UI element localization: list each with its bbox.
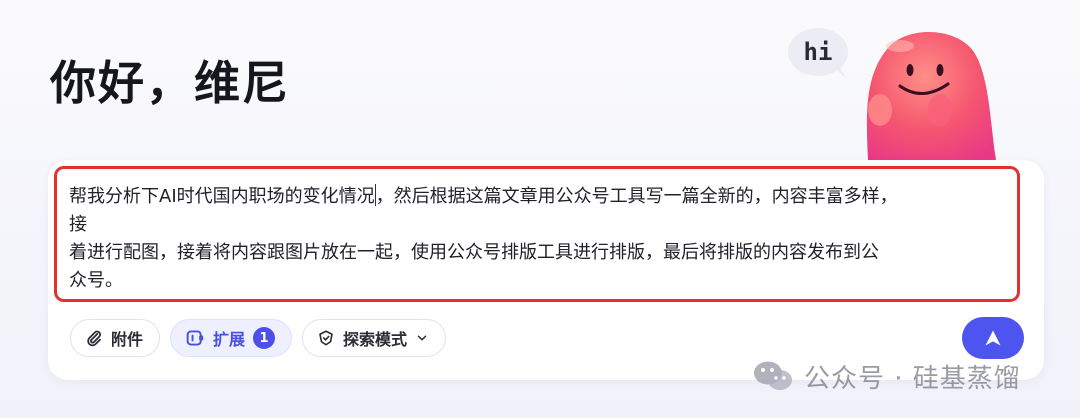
send-button[interactable] [962,317,1024,359]
prompt-input[interactable]: 帮我分析下AI时代国内职场的变化情况，然后根据这篇文章用公众号工具写一篇全新的，… [54,166,1020,302]
explore-mode-label: 探索模式 [343,330,408,349]
mascot-illustration: hi [788,28,996,160]
attachment-label: 附件 [111,330,144,349]
chat-composer: 帮我分析下AI时代国内职场的变化情况，然后根据这篇文章用公众号工具写一篇全新的，… [48,160,1044,380]
prompt-line-3: 着进行配图，接着将内容跟图片放在一起，使用公众号排版工具进行排版，最后将排版的内… [69,242,879,263]
prompt-line-2: 接 [69,214,87,235]
mascot-character [866,31,996,160]
chevron-down-icon [417,335,427,341]
prompt-line-1: 帮我分析下AI时代国内职场的变化情况，然后根据这篇文章用公众号工具写一篇全新的，… [69,184,898,207]
speech-bubble: hi [788,28,848,78]
watermark: 公众号 · 硅基蒸馏 [752,356,1021,396]
plugin-icon [186,330,204,346]
paperclip-icon [87,330,102,347]
speech-bubble-text: hi [804,38,833,66]
attachment-button[interactable]: 附件 [70,319,161,357]
page-greeting: 你好，维尼 [50,56,290,110]
wechat-icon [754,361,792,390]
extension-label: 扩展 [213,330,246,349]
send-arrow-icon [985,330,1001,346]
extension-count-badge: 1 [253,327,276,349]
watermark-text: 公众号 · 硅基蒸馏 [804,363,1021,394]
explore-mode-dropdown[interactable]: 探索模式 [302,319,447,357]
prompt-line-4: 众号。 [69,270,123,291]
extension-button[interactable]: 扩展 1 [170,319,293,357]
composer-toolbar: 附件 扩展 1 探索模式 [70,319,447,359]
shield-icon [319,330,333,346]
